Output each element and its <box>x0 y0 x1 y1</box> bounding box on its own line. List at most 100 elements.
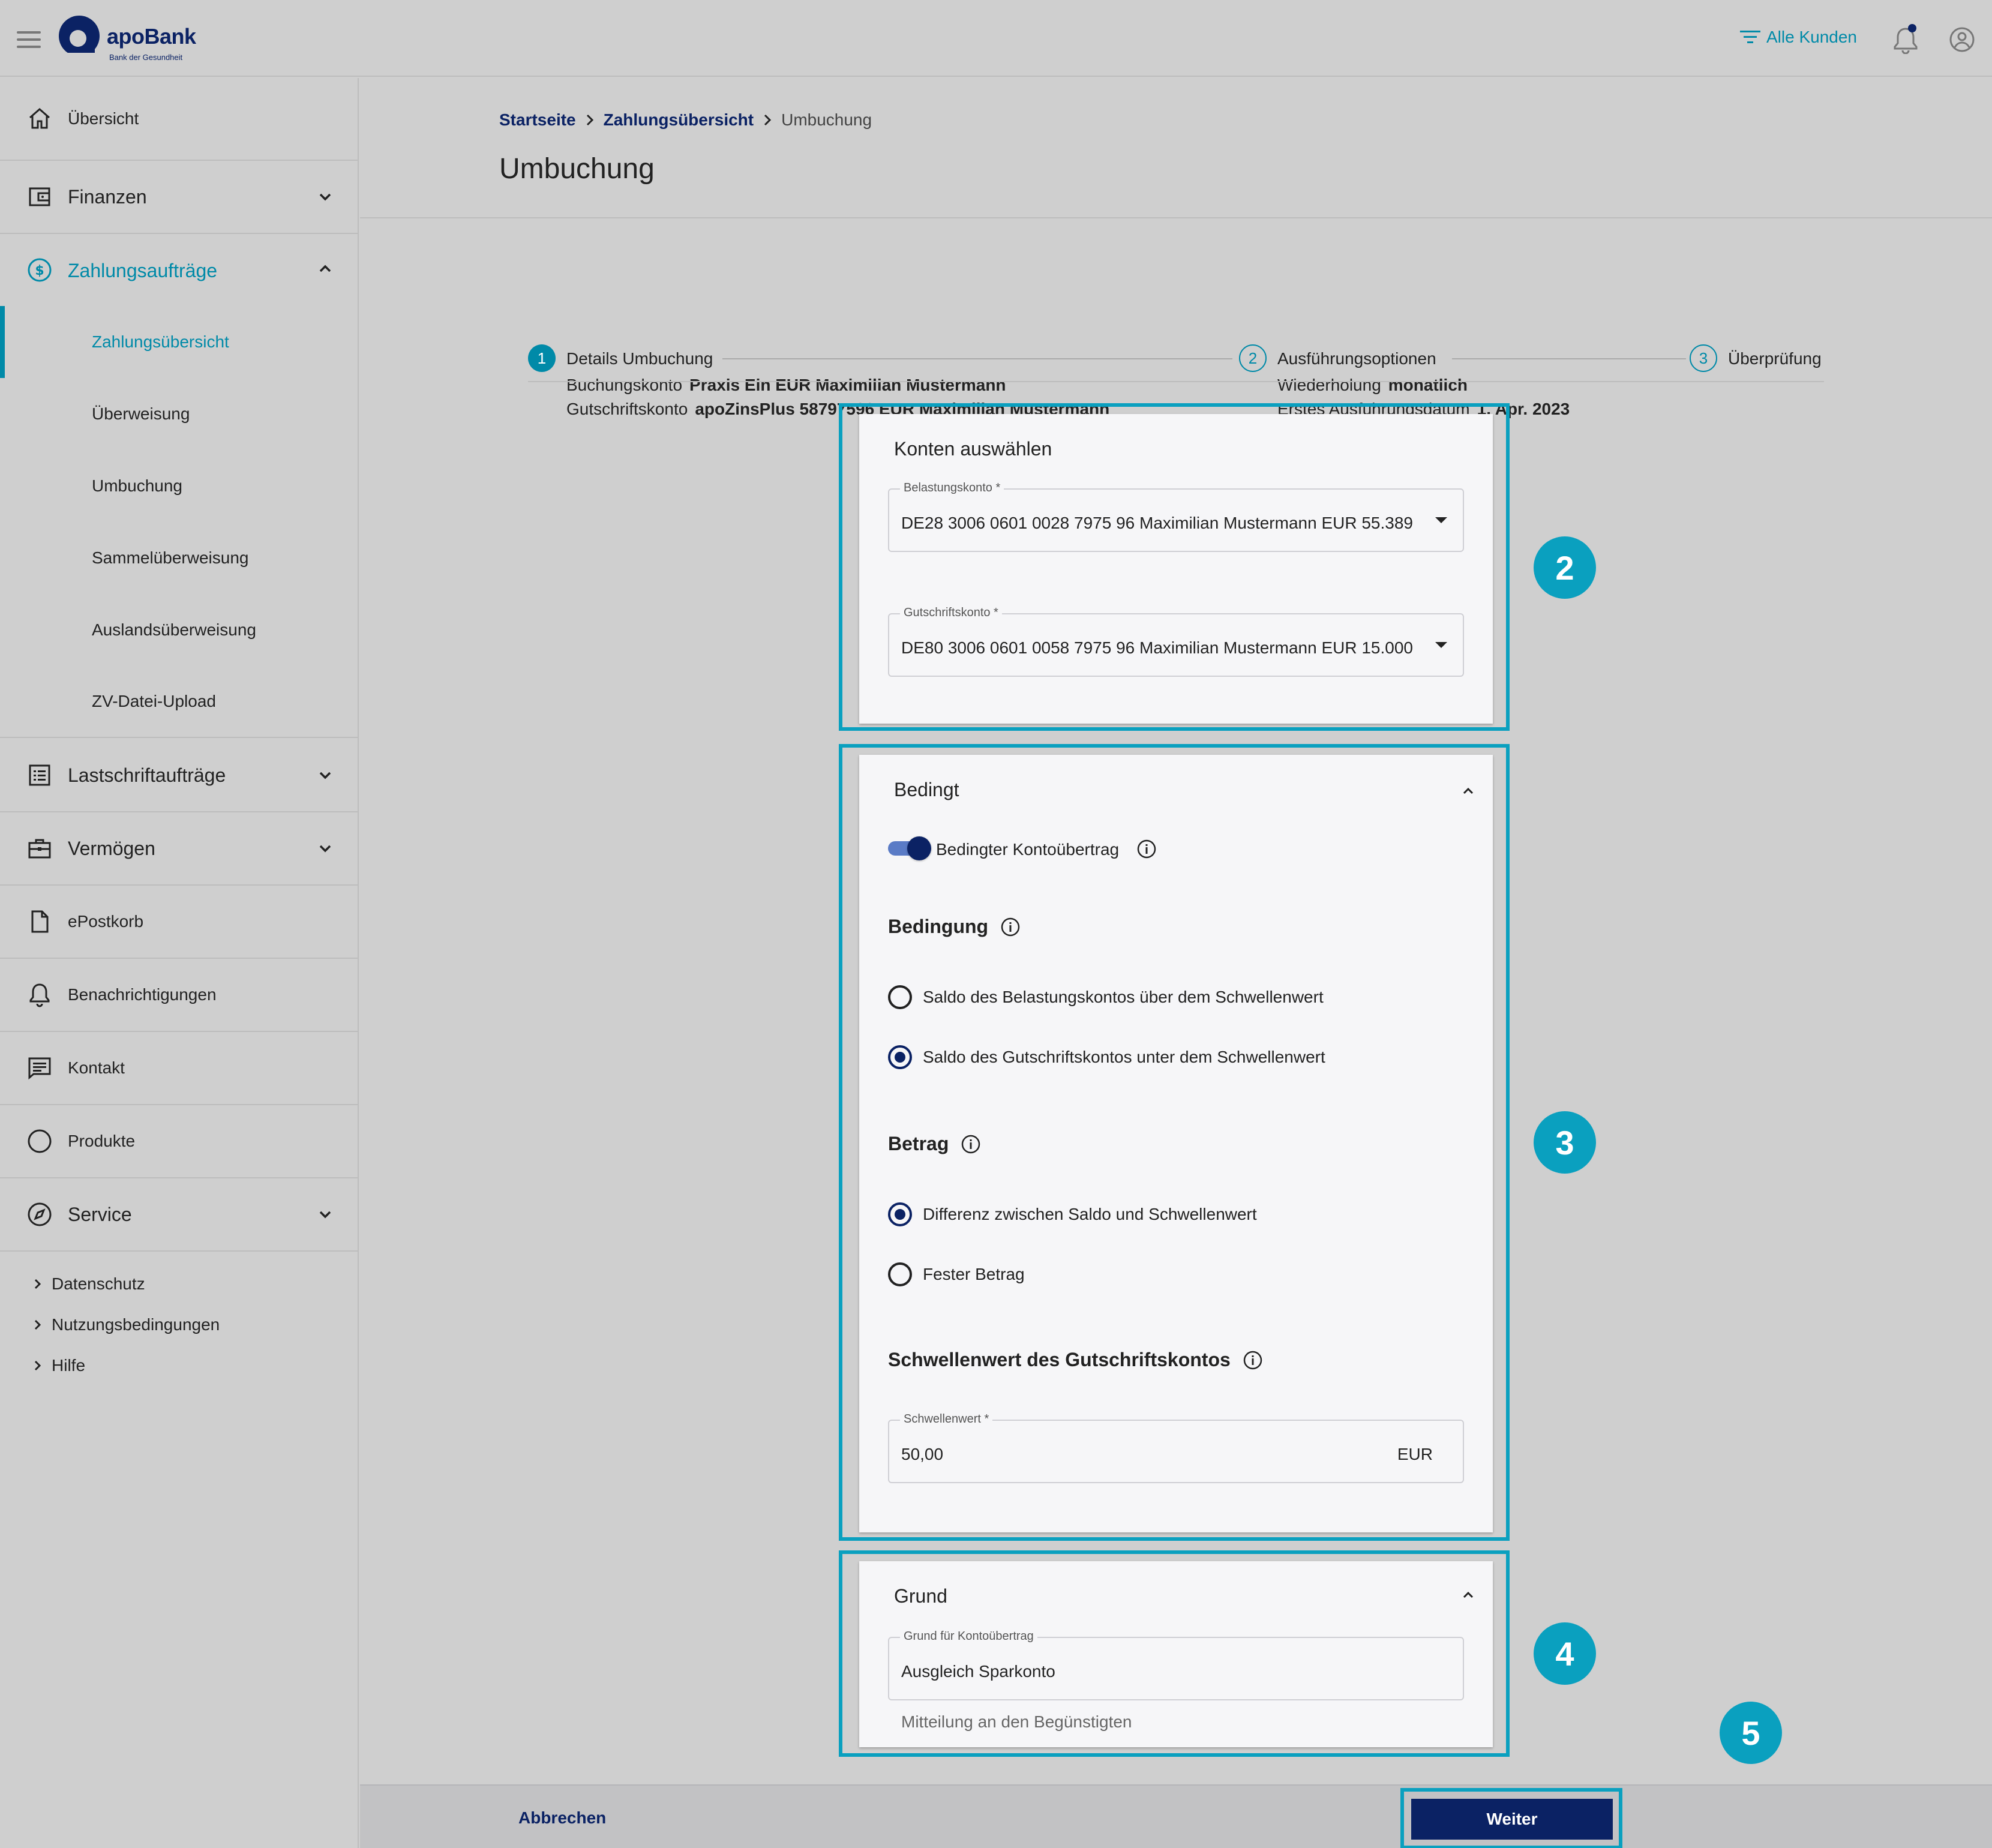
customer-filter-button[interactable]: Alle Kunden <box>1739 28 1857 47</box>
briefcase-icon <box>28 839 51 859</box>
breadcrumb-parent[interactable]: Zahlungsübersicht <box>604 110 754 130</box>
filter-label: Alle Kunden <box>1766 28 1858 46</box>
belastungskonto-select[interactable]: Belastungskonto * DE28 3006 0601 0028 79… <box>888 481 1464 552</box>
sidebar-item-uebersicht[interactable]: Übersicht <box>0 78 359 161</box>
radio-option-gutschriftskonto[interactable]: Saldo des Gutschriftskontos unter dem Sc… <box>888 1045 1325 1069</box>
field-value: 50,00 <box>901 1445 944 1463</box>
svg-text:$: $ <box>35 263 44 278</box>
document-icon <box>31 910 49 933</box>
sidebar-subitem-label: Auslandsüberweisung <box>92 620 256 639</box>
sidebar-subitem-sammelueberweisung[interactable]: Sammelüberweisung <box>0 522 359 594</box>
list-icon <box>29 764 50 786</box>
cancel-button[interactable]: Abbrechen <box>518 1808 606 1828</box>
sidebar-item-label: Übersicht <box>68 109 139 128</box>
user-icon[interactable] <box>1949 26 1975 53</box>
step-badge-5: 5 <box>1720 1702 1782 1764</box>
info-icon[interactable] <box>1243 1350 1263 1370</box>
step1-detail-buchungskonto: Buchungskonto Praxis Ein EUR Maximilian M… <box>566 376 1006 394</box>
radio-option-differenz[interactable]: Differenz zwischen Saldo und Schwellenwe… <box>888 1202 1257 1226</box>
sidebar-item-label: Finanzen <box>68 185 147 208</box>
sidebar-subitem-zahlungsuebersicht[interactable]: Zahlungsübersicht <box>0 306 359 378</box>
step-title-3: Überprüfung <box>1728 349 1822 368</box>
field-label: Schwellenwert * <box>900 1412 993 1426</box>
sidebar-item-label: Vermögen <box>68 837 155 859</box>
next-button[interactable]: Weiter <box>1411 1799 1613 1840</box>
sidebar-item-label: ePostkorb <box>68 912 144 931</box>
info-icon[interactable] <box>1000 917 1021 937</box>
footer-link-hilfe[interactable]: Hilfe <box>34 1356 85 1375</box>
step-connector <box>1452 358 1686 359</box>
radio-button-selected[interactable] <box>888 1202 912 1226</box>
sidebar-subitem-label: Zahlungsübersicht <box>92 332 229 351</box>
sidebar-item-vermoegen[interactable]: Vermögen <box>0 812 359 886</box>
radio-option-belastungskonto[interactable]: Saldo des Belastungskontos über dem Schw… <box>888 985 1324 1009</box>
sidebar-item-label: Produkte <box>68 1132 136 1150</box>
menu-icon[interactable] <box>17 31 41 48</box>
radio-button[interactable] <box>888 1262 912 1286</box>
card-title: Bedingt <box>894 779 959 800</box>
info-icon[interactable] <box>961 1134 981 1154</box>
footer-link-datenschutz[interactable]: Datenschutz <box>34 1274 145 1294</box>
step-number-1: 1 <box>528 344 556 372</box>
grund-input[interactable]: Grund für Kontoübertrag Ausgleich Sparko… <box>888 1630 1464 1700</box>
step-title-1: Details Umbuchung <box>566 349 713 368</box>
chevron-down-icon[interactable] <box>314 838 336 859</box>
sidebar-subitem-zv-datei-upload[interactable]: ZV-Datei-Upload <box>0 666 359 738</box>
chevron-up-icon[interactable] <box>1459 782 1477 800</box>
caret-down-icon <box>1435 517 1447 523</box>
sidebar-item-finanzen[interactable]: Finanzen <box>0 161 359 234</box>
circle-icon <box>28 1129 52 1153</box>
chevron-down-icon[interactable] <box>314 1204 336 1225</box>
wallet-icon <box>29 187 50 206</box>
sidebar-item-produkte[interactable]: Produkte <box>0 1105 359 1178</box>
sidebar-subitem-umbuchung[interactable]: Umbuchung <box>0 450 359 522</box>
field-value: DE28 3006 0601 0028 7975 96 Maximilian M… <box>901 514 1413 532</box>
radio-button-selected[interactable] <box>888 1045 912 1069</box>
sidebar-item-lastschriftauftraege[interactable]: Lastschriftaufträge <box>0 739 359 812</box>
sidebar-item-label: Lastschriftaufträge <box>68 764 226 786</box>
info-icon[interactable] <box>1136 839 1157 859</box>
logo-subtitle: Bank der Gesundheit <box>109 53 183 62</box>
sidebar-subitem-label: Überweisung <box>92 404 190 423</box>
radio-label: Fester Betrag <box>923 1265 1025 1283</box>
divider <box>528 381 1824 382</box>
footer-link-label: Datenschutz <box>52 1274 145 1293</box>
radio-button[interactable] <box>888 985 912 1009</box>
notification-dot <box>1908 24 1916 32</box>
sidebar-item-epostkorb[interactable]: ePostkorb <box>0 886 359 959</box>
bell-icon <box>29 983 50 1007</box>
footer-link-nutzungsbedingungen[interactable]: Nutzungsbedingungen <box>34 1315 220 1334</box>
field-value: Ausgleich Sparkonto <box>901 1662 1055 1681</box>
card-title: Konten auswählen <box>894 438 1052 460</box>
chevron-up-icon[interactable] <box>314 258 336 280</box>
sidebar-item-label: Zahlungsaufträge <box>68 260 218 281</box>
toggle-knob <box>907 836 931 860</box>
chevron-down-icon[interactable] <box>314 764 336 786</box>
sidebar-item-zahlungsauftraege[interactable]: $ Zahlungsaufträge <box>0 234 359 308</box>
sidebar-subitem-auslandsueberweisung[interactable]: Auslandsüberweisung <box>0 594 359 666</box>
breadcrumb-current: Umbuchung <box>781 110 872 129</box>
toggle-label: Bedingter Kontoübertrag <box>936 840 1120 859</box>
gutschriftskonto-select[interactable]: Gutschriftskonto * DE80 3006 0601 0058 7… <box>888 606 1464 677</box>
sidebar-item-kontakt[interactable]: Kontakt <box>0 1032 359 1105</box>
chat-icon <box>28 1057 51 1080</box>
step-badge-4: 4 <box>1534 1622 1596 1685</box>
field-hint: Mitteilung an den Begünstigten <box>901 1712 1132 1731</box>
compass-icon <box>28 1202 52 1226</box>
chevron-right-icon <box>586 113 594 127</box>
chevron-right-icon <box>34 1319 41 1330</box>
breadcrumb-home[interactable]: Startseite <box>499 110 576 130</box>
chevron-right-icon <box>34 1360 41 1371</box>
bedingter-kontouebertrag-toggle[interactable] <box>888 836 931 860</box>
sidebar: Übersicht Finanzen $ Zahlungsaufträge Za… <box>0 78 359 1848</box>
schwellenwert-input[interactable]: Schwellenwert * 50,00 EUR <box>888 1412 1464 1483</box>
chevron-down-icon[interactable] <box>314 186 336 208</box>
apobank-logo-icon[interactable] <box>58 14 101 58</box>
sidebar-item-service[interactable]: Service <box>0 1178 359 1252</box>
sidebar-subitem-label: ZV-Datei-Upload <box>92 692 216 710</box>
sidebar-item-benachrichtigungen[interactable]: Benachrichtigungen <box>0 959 359 1032</box>
radio-option-fester-betrag[interactable]: Fester Betrag <box>888 1262 1025 1286</box>
caret-down-icon <box>1435 642 1447 648</box>
sidebar-subitem-ueberweisung[interactable]: Überweisung <box>0 378 359 450</box>
chevron-up-icon[interactable] <box>1459 1586 1477 1604</box>
